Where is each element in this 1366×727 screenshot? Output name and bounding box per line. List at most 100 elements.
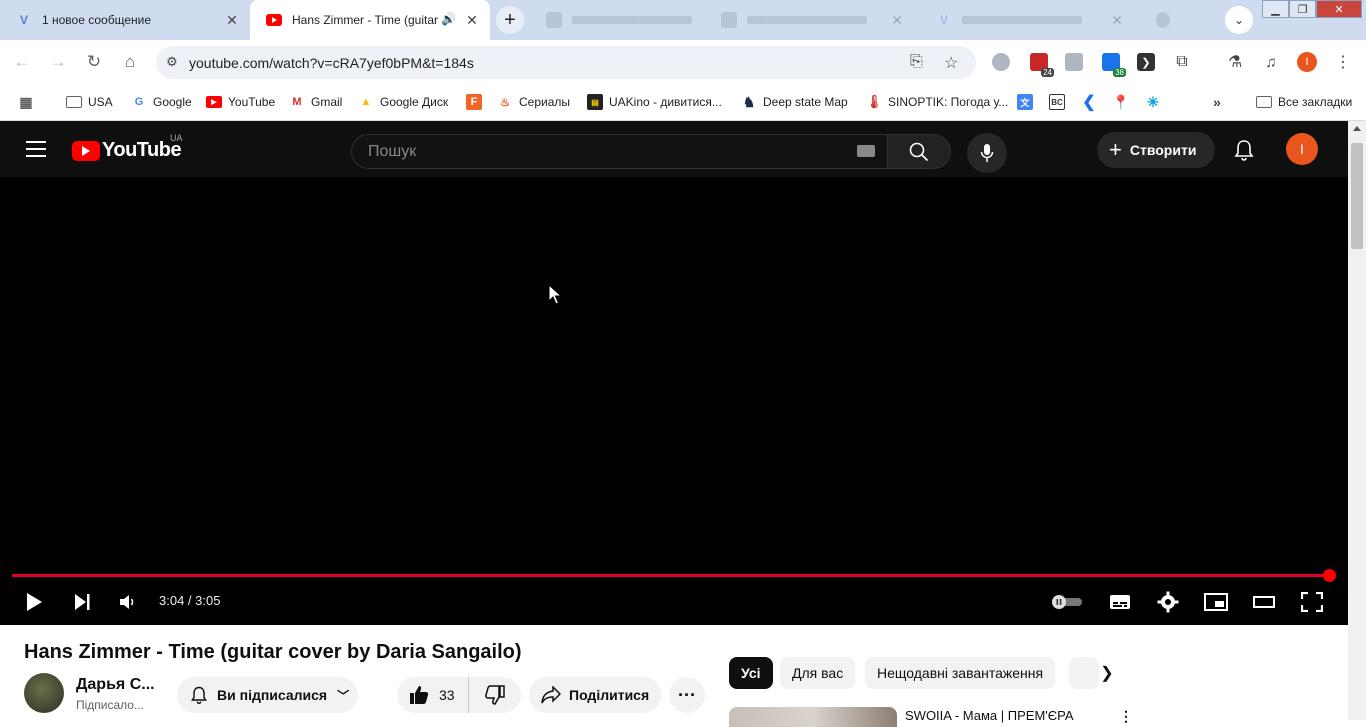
voice-search-button[interactable] [967,133,1007,173]
tab-search-button[interactable]: ⌄ [1225,6,1253,34]
tab-background[interactable] [530,0,700,40]
miniplayer-button[interactable] [1204,590,1228,614]
search-button[interactable] [887,134,951,169]
search-input[interactable]: Пошук [351,134,888,169]
bookmark-google[interactable]: G Google [131,92,192,112]
progress-scrubber-handle[interactable] [1323,569,1337,582]
media-control-icon[interactable]: ♫ [1262,53,1280,71]
tab-youtube-video[interactable]: Hans Zimmer - Time (guitar c 🔊 ✕ [250,0,490,40]
bookmark-sinoptik[interactable]: 🌡 SINOPTIK: Погода у... [866,92,1009,112]
labs-flask-icon[interactable]: ⚗ [1226,53,1244,71]
maximize-button[interactable]: ❐ [1289,0,1316,18]
like-dislike-group: 33 [397,677,521,713]
close-window-button[interactable]: ✕ [1316,0,1362,18]
more-actions-button[interactable]: ··· [669,677,705,713]
chevron-bookmark-icon[interactable]: ❮ [1081,92,1103,112]
close-tab-icon[interactable]: ✕ [464,12,480,28]
play-button[interactable] [22,590,46,614]
next-button[interactable] [70,590,94,614]
briefcase-extension-icon[interactable] [1065,53,1083,71]
translate-bookmark-icon[interactable]: 文 [1017,92,1039,112]
bell-icon[interactable] [1232,138,1256,162]
bookmark-usa[interactable]: USA [66,92,113,112]
tab-title: Hans Zimmer - Time (guitar c [292,13,442,27]
tab-messages[interactable]: V 1 новое сообщение ✕ [0,0,250,40]
tab-favicon-icon [546,12,562,28]
page-scrollbar[interactable] [1348,121,1366,720]
autoplay-toggle[interactable] [1050,590,1084,614]
kebab-menu-icon[interactable]: ⋮ [1119,708,1133,725]
bookmark-gmail[interactable]: M Gmail [289,92,342,112]
back-button[interactable]: ← [10,50,34,74]
like-button[interactable]: 33 [397,677,469,713]
hamburger-menu-icon[interactable] [26,141,46,157]
bookmark-serials[interactable]: ♨ Сериалы [497,92,570,112]
more-bookmarks-icon[interactable]: » [1209,92,1231,112]
miniplayer-icon [1204,593,1228,611]
url-text[interactable]: youtube.com/watch?v=cRA7yef0bPM&t=184s [189,55,474,71]
settings-button[interactable] [1156,590,1180,614]
apps-grid-icon[interactable]: ▦ [18,92,40,112]
recommendation-title[interactable]: SWOIIA - Мама | ПРЕМ'ЄРА [905,708,1074,723]
theater-mode-button[interactable] [1252,590,1276,614]
arrow-extension-icon[interactable]: ❯ [1137,53,1155,71]
scrollbar-thumb[interactable] [1351,143,1363,249]
tasks-extension-icon[interactable]: 38 [1102,53,1126,77]
gmail-icon: M [292,96,302,108]
keyboard-icon[interactable] [857,145,875,157]
site-info-icon[interactable]: ⚙ [166,54,178,70]
channel-avatar[interactable] [24,673,64,713]
chip-partial[interactable] [1069,657,1099,689]
bookmark-star-icon[interactable]: ☆ [944,53,958,73]
tab-background[interactable] [1140,0,1180,40]
close-tab-icon[interactable]: ✕ [889,12,905,28]
install-app-icon[interactable]: ⎘ [910,53,923,71]
sparkle-bookmark-icon[interactable]: ✳ [1145,92,1167,112]
dislike-button[interactable] [469,677,521,713]
bookmark-deep-state-map[interactable]: ♞ Deep state Map [741,92,848,112]
bookmark-google-drive[interactable]: ▲ Google Диск [358,92,449,112]
all-bookmarks[interactable]: Все закладки [1256,92,1352,112]
puzzle-extensions-icon[interactable]: ⧉ [1173,53,1191,71]
video-player[interactable]: 3:04 / 3:05 [0,177,1348,625]
reload-button[interactable]: ↻ [82,50,106,74]
profile-avatar[interactable]: I [1297,52,1317,72]
mute-button[interactable] [116,590,140,614]
address-bar[interactable]: ⚙ youtube.com/watch?v=cRA7yef0bPM&t=184s… [156,46,976,79]
account-avatar[interactable]: I [1286,133,1318,165]
microphone-icon [980,144,994,162]
bc-bookmark-icon[interactable]: BC [1049,92,1071,112]
chevron-right-icon[interactable]: ❯ [1096,662,1118,684]
forward-button[interactable]: → [46,50,70,74]
bookmark-uakino[interactable]: ▤ UAKino - дивитися... [587,92,722,112]
shield-extension-icon[interactable]: 24 [1030,53,1054,77]
scroll-up-icon[interactable] [1353,126,1361,131]
share-button[interactable]: Поділитися [529,677,661,713]
home-button[interactable]: ⌂ [118,50,142,74]
subscribed-button[interactable]: Ви підписалися ﹀ [177,677,358,713]
chip-for-you[interactable]: Для вас [780,657,856,689]
youtube-logo[interactable]: YouTube UA [72,133,183,162]
channel-name[interactable]: Дарья С... [76,676,155,694]
new-tab-button[interactable]: + [496,6,524,34]
tab-background[interactable]: V ✕ [920,0,1135,40]
fullscreen-button[interactable] [1300,590,1324,614]
close-tab-icon[interactable]: ✕ [224,12,240,28]
chip-all[interactable]: Усі [729,657,773,689]
subtitles-button[interactable] [1108,590,1132,614]
speaker-icon[interactable]: 🔊 [441,12,456,26]
chip-recent-uploads[interactable]: Нещодавні завантаження [865,657,1056,689]
tab-background[interactable]: ✕ [705,0,915,40]
drive-icon: ▲ [360,96,372,108]
close-tab-icon[interactable]: ✕ [1109,12,1125,28]
bookmark-f[interactable]: F [466,92,488,112]
youtube-header: YouTube UA Пошук + Створити I [0,121,1348,177]
progress-bar[interactable] [12,574,1336,577]
recommendation-thumbnail[interactable] [729,707,897,727]
maps-bookmark-icon[interactable]: 📍 [1112,92,1135,112]
kebab-menu-icon[interactable]: ⋮ [1334,53,1352,71]
bookmark-youtube[interactable]: ▶ YouTube [206,92,275,112]
create-button[interactable]: + Створити [1097,132,1215,168]
globe-extension-icon[interactable] [992,53,1010,71]
minimize-button[interactable]: ▁ [1262,0,1289,18]
